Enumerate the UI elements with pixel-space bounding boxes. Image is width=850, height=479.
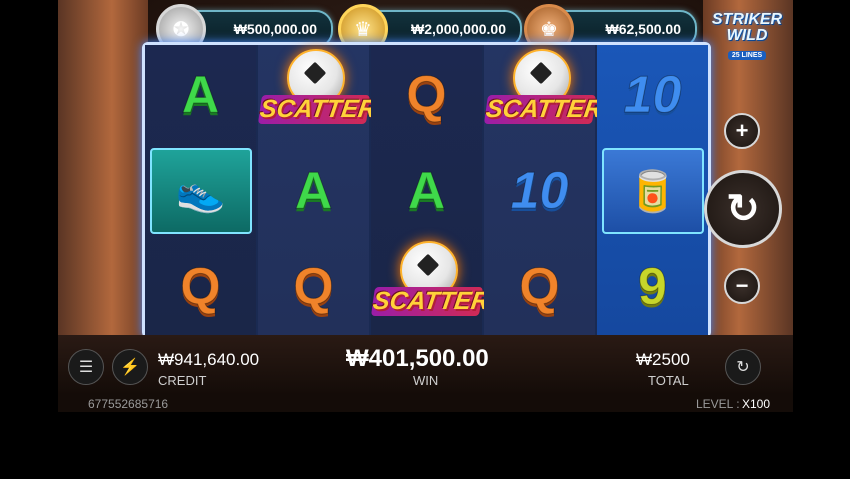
reel-1: A 👟 Q (145, 45, 256, 335)
autoplay-button[interactable]: ↻ (725, 349, 761, 385)
lines-badge: 25 LINES (727, 51, 767, 60)
boot-icon: 👟 (149, 148, 252, 234)
level-value: X100 (742, 397, 771, 411)
logo-line-2: WILD (726, 27, 768, 44)
increase-bet-button[interactable]: + (724, 113, 760, 149)
lightning-icon: ⚡ (120, 359, 140, 376)
symbol-q: Q (180, 258, 221, 317)
jackpot-silver-value: ₩500,000.00 (233, 21, 317, 37)
reel-2: SCATTER A Q (257, 45, 378, 335)
symbol-10: 10 (510, 162, 569, 221)
spin-arrow-icon: ↻ (726, 187, 760, 231)
symbol-scatter: SCATTER (483, 47, 604, 143)
hamburger-menu-icon: ☰ (78, 359, 94, 376)
symbol-q: Q (293, 258, 334, 317)
symbol-boot: 👟 (145, 143, 256, 239)
decrease-bet-button[interactable]: − (724, 268, 760, 304)
reel-3: Q A SCATTER (370, 45, 491, 335)
autoplay-icon: ↻ (736, 359, 750, 376)
spin-button[interactable]: ↻ (704, 170, 782, 248)
win-value: ₩401,500.00 (346, 345, 489, 372)
total-bet-value: ₩2500 (636, 350, 690, 369)
symbol-q: Q (406, 66, 447, 125)
menu-button[interactable]: ☰ (68, 349, 104, 385)
round-id: 677552685716 (88, 397, 169, 411)
reel-5: 10 🥫 9 (597, 45, 708, 335)
symbol-scatter: SCATTER (257, 47, 378, 143)
game-logo: STRIKER WILD 25 LINES (704, 12, 790, 66)
cans-icon: 🥫 (601, 148, 704, 234)
footer-bar: 677552685716 LEVEL : X100 (58, 395, 793, 412)
minus-icon: − (735, 273, 749, 298)
plus-icon: + (735, 118, 749, 143)
symbol-a: A (407, 162, 446, 221)
symbol-9: 9 (638, 258, 668, 317)
symbol-10: 10 (623, 66, 682, 125)
symbol-scatter: SCATTER (370, 239, 491, 335)
symbol-cans: 🥫 (597, 143, 708, 239)
credit-value: ₩941,640.00 (158, 350, 260, 369)
level-label: LEVEL : (696, 397, 740, 411)
logo-line-1: STRIKER (711, 11, 783, 28)
turbo-button[interactable]: ⚡ (112, 349, 148, 385)
total-bet-label: TOTAL (648, 373, 689, 388)
jackpot-bronze-value: ₩62,500.00 (605, 21, 682, 37)
win-label: WIN (413, 373, 439, 388)
reel-grid: A 👟 Q SCATTER A Q Q A SCATTER SCATTER 10… (142, 42, 711, 338)
reel-4: SCATTER 10 Q (483, 45, 604, 335)
jackpot-gold-value: ₩2,000,000.00 (411, 21, 506, 37)
credit-label: CREDIT (158, 373, 207, 388)
symbol-a: A (294, 162, 333, 221)
symbol-a: A (181, 66, 220, 125)
symbol-q: Q (519, 258, 560, 317)
bottom-bar: ☰ ⚡ ₩941,640.00 CREDIT ₩401,500.00 WIN ₩… (58, 335, 793, 395)
